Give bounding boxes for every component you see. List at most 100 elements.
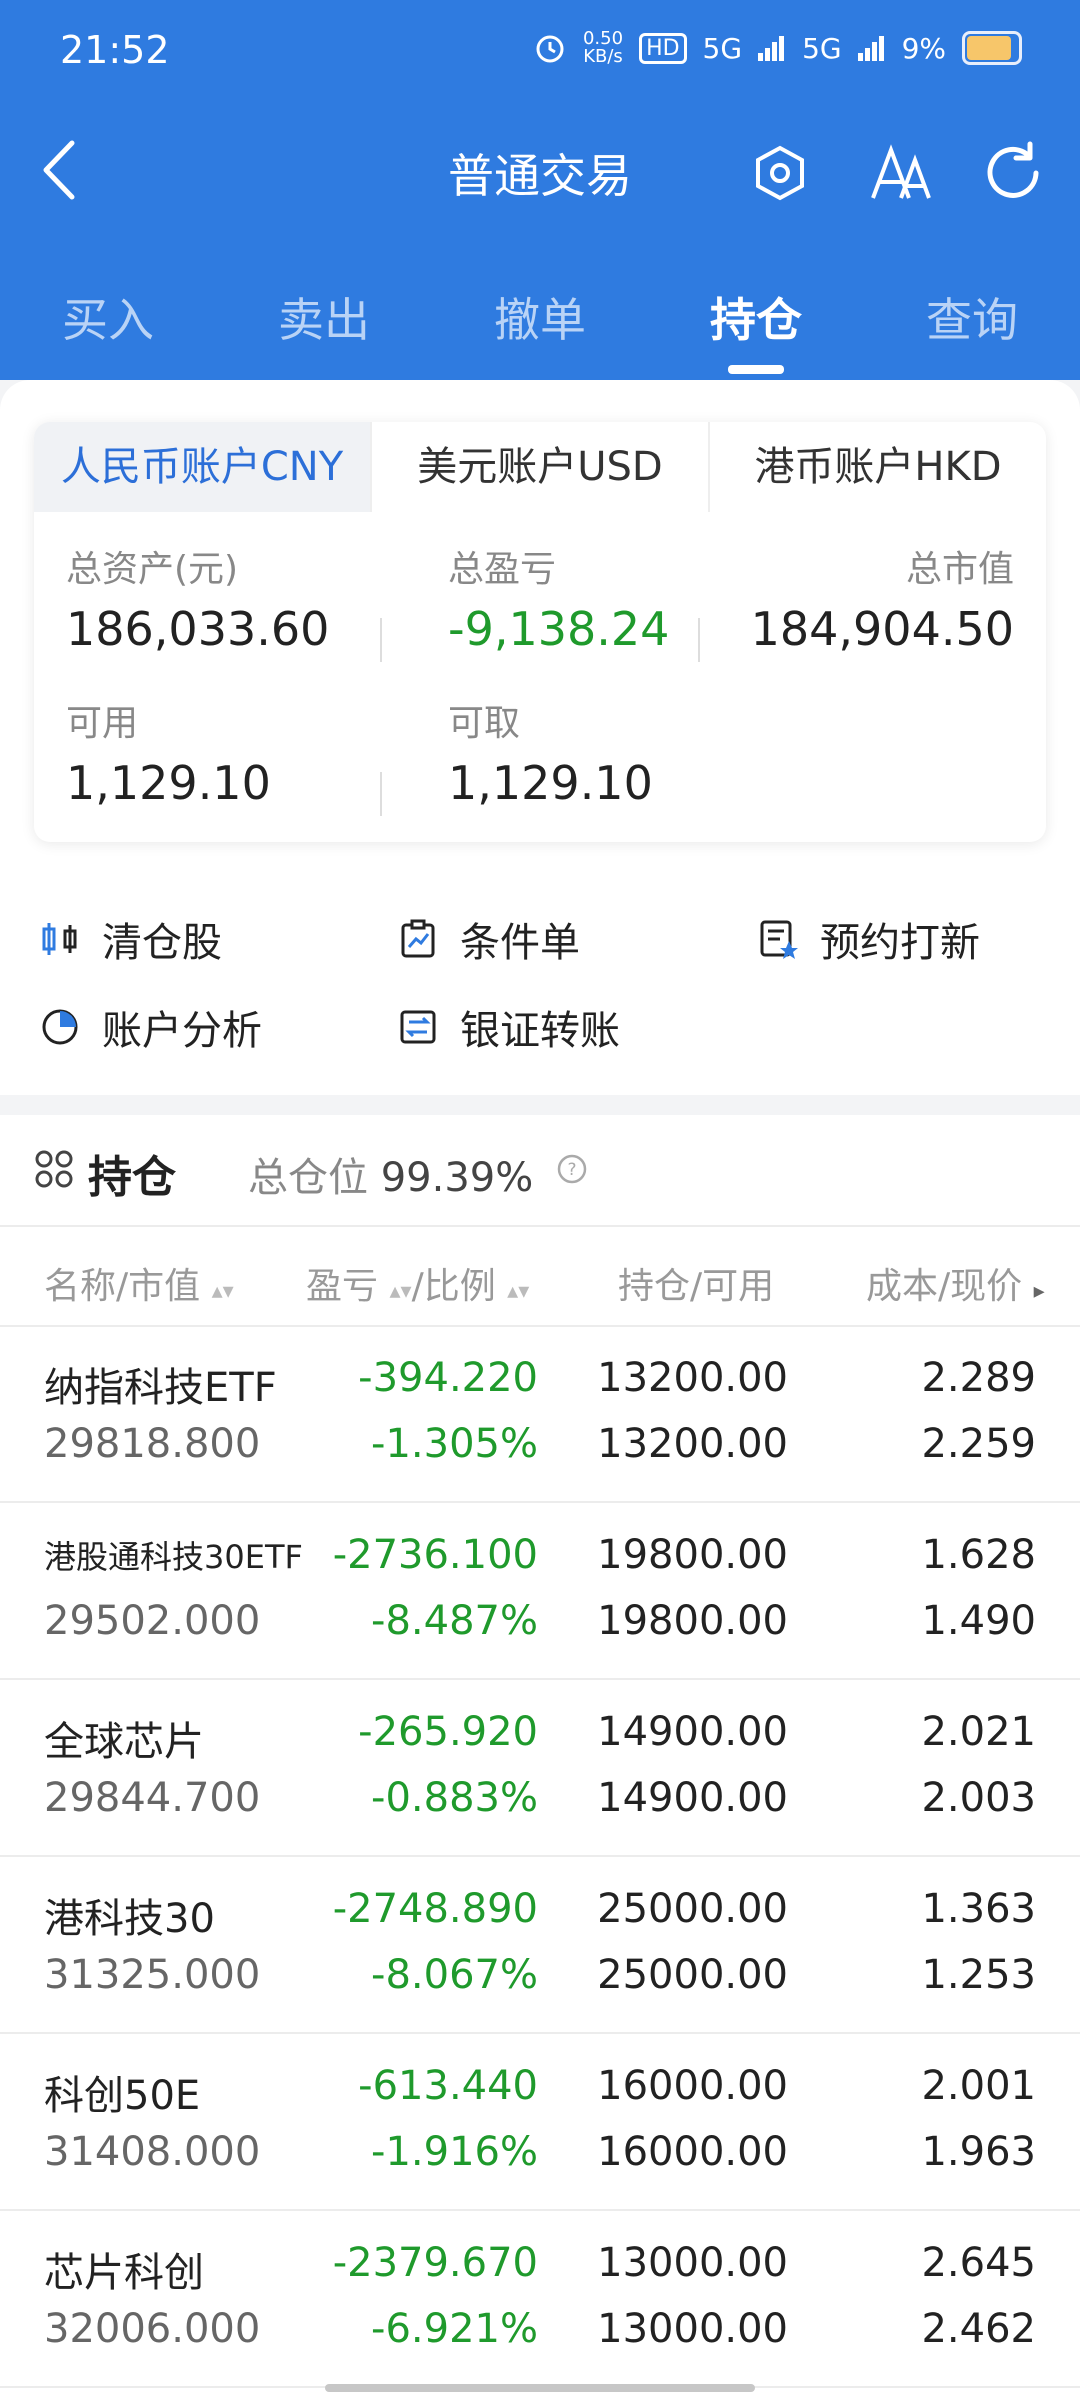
- action-account-analysis[interactable]: 账户分析: [40, 998, 262, 1056]
- table-row[interactable]: 港科技30 31325.000 -2748.890 -8.067% 25000.00 25…: [0, 1858, 1080, 2034]
- account-tab-hkd[interactable]: 港币账户HKD: [708, 422, 1046, 512]
- action-conditional-order[interactable]: 条件单: [398, 910, 580, 968]
- grid-icon: [35, 1150, 73, 1188]
- available-qty: 25000.00: [597, 1952, 788, 1998]
- available-qty: 13200.00: [597, 1421, 788, 1467]
- total-profit-loss: 总盈亏 -9,138.24: [448, 549, 670, 656]
- holding-qty: 13200.00: [597, 1355, 788, 1401]
- cost-price: 1.363: [921, 1886, 1036, 1932]
- table-row[interactable]: 全球芯片 29844.700 -265.920 -0.883% 14900.00 1490…: [0, 1681, 1080, 1857]
- profit-ratio: -8.067%: [371, 1952, 538, 1998]
- available-qty: 16000.00: [597, 2129, 788, 2175]
- action-ipo-subscribe[interactable]: 预约打新: [758, 910, 980, 968]
- current-price: 1.253: [921, 1952, 1036, 1998]
- total-market-value: 总市值 184,904.50: [750, 549, 1014, 656]
- current-price: 1.490: [921, 1598, 1036, 1644]
- candlestick-icon: [42, 923, 77, 955]
- table-row[interactable]: 芯片科创 32006.000 -2379.670 -6.921% 13000.00 130…: [0, 2212, 1080, 2388]
- profit-loss: -2748.890: [332, 1886, 538, 1932]
- svg-text:?: ?: [567, 1160, 576, 1180]
- holding-name: 芯片科创: [44, 2250, 204, 2296]
- status-bar: 21:52 0.50 KB/s HD 5G 5G 9%: [0, 0, 1080, 110]
- signal-bars-icon-2: [857, 36, 884, 61]
- help-icon[interactable]: ?: [556, 1153, 588, 1185]
- cost-price: 2.021: [921, 1709, 1036, 1755]
- profit-loss: -394.220: [358, 1355, 538, 1401]
- app-header: 普通交易: [0, 110, 1080, 240]
- holding-qty: 13000.00: [597, 2240, 788, 2286]
- refresh-icon[interactable]: [978, 138, 1048, 208]
- trade-tabs: 买入 卖出 撤单 持仓 查询: [0, 240, 1080, 380]
- table-row[interactable]: 科创50E 31408.000 -613.440 -1.916% 16000.00 160…: [0, 2035, 1080, 2211]
- profit-loss: -613.440: [358, 2063, 538, 2109]
- signal-bars-icon: [758, 36, 785, 61]
- total-position: 总仓位 99.39%: [248, 1155, 534, 1201]
- account-tab-usd[interactable]: 美元账户USD: [370, 422, 708, 512]
- market-value: 31325.000: [44, 1952, 261, 1998]
- tab-holdings[interactable]: 持仓: [648, 240, 864, 380]
- alarm-icon: [536, 35, 564, 63]
- holding-name: 港科技30: [44, 1896, 215, 1942]
- cost-price: 2.289: [921, 1355, 1036, 1401]
- action-clear-stock[interactable]: 清仓股: [40, 910, 222, 968]
- market-value: 29844.700: [44, 1775, 261, 1821]
- current-price: 2.462: [921, 2306, 1036, 2352]
- market-value: 32006.000: [44, 2306, 261, 2352]
- cost-price: 2.645: [921, 2240, 1036, 2286]
- action-bank-transfer[interactable]: 银证转账: [398, 998, 620, 1056]
- tab-query[interactable]: 查询: [864, 240, 1080, 380]
- market-value: 29818.800: [44, 1421, 261, 1467]
- status-time: 21:52: [60, 28, 170, 72]
- signal-5g-2: 5G: [802, 31, 842, 65]
- holding-qty: 16000.00: [597, 2063, 788, 2109]
- hd-badge: HD: [639, 32, 687, 64]
- tab-buy[interactable]: 买入: [0, 240, 216, 380]
- tab-cancel-order[interactable]: 撤单: [432, 240, 648, 380]
- account-card: 人民币账户CNY 美元账户USD 港币账户HKD 总资产(元) 186,033.…: [34, 422, 1046, 842]
- col-profit-loss[interactable]: 盈亏 ▴▾/比例 ▴▾: [306, 1257, 529, 1309]
- withdrawable-funds: 可取 1,129.10: [448, 703, 653, 810]
- holdings-header: 持仓 总仓位 99.39% ?: [0, 1115, 1080, 1225]
- transfer-icon: [400, 1010, 436, 1044]
- holding-name: 全球芯片: [44, 1719, 204, 1765]
- holding-name: 纳指科技ETF: [44, 1365, 277, 1411]
- document-star-icon: [760, 920, 798, 959]
- profit-ratio: -0.883%: [371, 1775, 538, 1821]
- settings-hexagon-icon[interactable]: [745, 138, 815, 208]
- font-size-icon[interactable]: [865, 138, 935, 208]
- current-price: 2.003: [921, 1775, 1036, 1821]
- clipboard-chart-icon: [401, 919, 435, 958]
- account-tab-cny[interactable]: 人民币账户CNY: [34, 422, 370, 512]
- profit-ratio: -1.916%: [371, 2129, 538, 2175]
- available-qty: 14900.00: [597, 1775, 788, 1821]
- holding-qty: 14900.00: [597, 1709, 788, 1755]
- home-indicator[interactable]: [325, 2384, 755, 2392]
- pie-chart-icon: [42, 1009, 78, 1045]
- profit-ratio: -1.305%: [371, 1421, 538, 1467]
- profit-loss: -265.920: [358, 1709, 538, 1755]
- tab-sell[interactable]: 卖出: [216, 240, 432, 380]
- holding-qty: 25000.00: [597, 1886, 788, 1932]
- battery-icon: [962, 31, 1022, 65]
- available-qty: 13000.00: [597, 2306, 788, 2352]
- col-cost-price[interactable]: 成本/现价 ▸: [866, 1257, 1045, 1309]
- total-assets: 总资产(元) 186,033.60: [66, 549, 330, 656]
- profit-loss: -2379.670: [332, 2240, 538, 2286]
- col-name-value[interactable]: 名称/市值 ▴▾: [44, 1257, 234, 1309]
- current-price: 1.963: [921, 2129, 1036, 2175]
- holding-name: 港股通科技30ETF: [44, 1538, 303, 1576]
- account-tabs: 人民币账户CNY 美元账户USD 港币账户HKD: [34, 422, 1046, 512]
- market-value: 29502.000: [44, 1598, 261, 1644]
- profit-loss: -2736.100: [332, 1532, 538, 1578]
- table-row[interactable]: 港股通科技30ETF 29502.000 -2736.100 -8.487% 19800…: [0, 1504, 1080, 1680]
- holdings-title: 持仓: [88, 1152, 176, 1203]
- signal-5g-1: 5G: [702, 31, 743, 65]
- network-speed: 0.50 KB/s: [582, 28, 624, 67]
- table-row[interactable]: 纳指科技ETF 29818.800 -394.220 -1.305% 13200.00 1…: [0, 1327, 1080, 1503]
- market-value: 31408.000: [44, 2129, 261, 2175]
- holdings-columns: 名称/市值 ▴▾ 盈亏 ▴▾/比例 ▴▾ 持仓/可用 成本/现价 ▸: [0, 1227, 1080, 1327]
- profit-ratio: -6.921%: [371, 2306, 538, 2352]
- col-holding-available: 持仓/可用: [618, 1266, 775, 1307]
- holding-qty: 19800.00: [597, 1532, 788, 1578]
- available-funds: 可用 1,129.10: [66, 703, 271, 810]
